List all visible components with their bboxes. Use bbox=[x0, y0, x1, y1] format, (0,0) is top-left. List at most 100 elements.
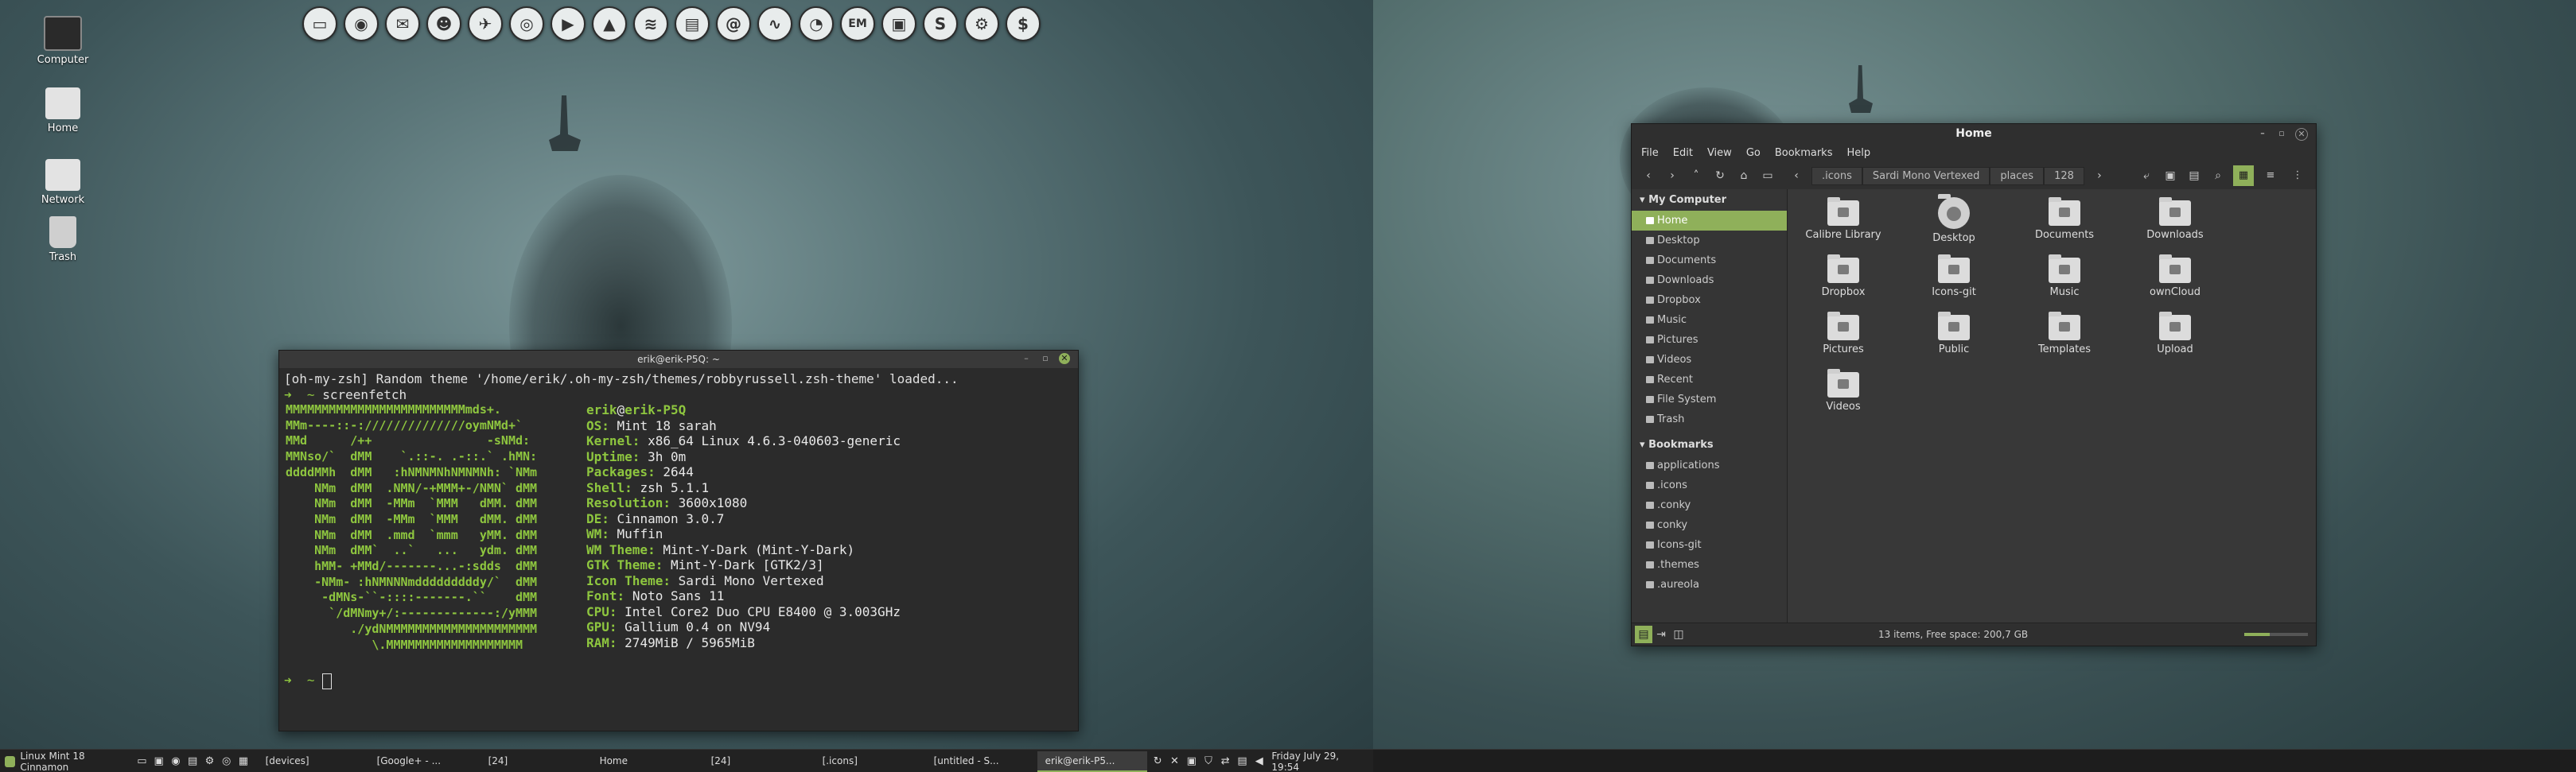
taskbar-item[interactable]: [devices] bbox=[258, 751, 368, 770]
video-icon[interactable]: ▶ bbox=[551, 6, 586, 41]
shield-icon[interactable]: ⛉ bbox=[1202, 755, 1214, 768]
pulse-icon[interactable]: ∿ bbox=[757, 6, 792, 41]
settings-icon[interactable]: ⚙ bbox=[964, 6, 999, 41]
sidebar-section-my-computer[interactable]: ▾ My Computer bbox=[1632, 189, 1787, 211]
compact-view-icon[interactable]: ⋮ bbox=[2287, 165, 2308, 186]
forward-icon[interactable]: › bbox=[1664, 167, 1681, 184]
sidebar-item[interactable]: Icons-git bbox=[1632, 535, 1787, 555]
twitter-icon[interactable]: ✈ bbox=[468, 6, 503, 41]
volume-icon[interactable]: ◀ bbox=[1253, 755, 1265, 768]
sidebar-item[interactable]: Videos bbox=[1632, 350, 1787, 370]
sidebar-item[interactable]: Home bbox=[1632, 211, 1787, 231]
desktop-icon-network[interactable]: Network bbox=[27, 159, 99, 206]
em-icon[interactable]: EM bbox=[840, 6, 875, 41]
file-item[interactable]: Templates bbox=[2017, 310, 2112, 355]
file-item[interactable]: Documents bbox=[2017, 196, 2112, 241]
menu-item[interactable]: View bbox=[1707, 147, 1732, 159]
maximize-icon[interactable]: ▫ bbox=[1040, 353, 1051, 364]
file-item[interactable]: Calibre Library bbox=[1796, 196, 1891, 241]
prompt-line-2[interactable]: ➜ ~ bbox=[284, 673, 1073, 689]
menu-item[interactable]: Bookmarks bbox=[1775, 147, 1833, 159]
sidebar-item[interactable]: Trash bbox=[1632, 409, 1787, 429]
breadcrumb-left-icon[interactable]: ‹ bbox=[1788, 167, 1805, 184]
close-icon[interactable]: ✕ bbox=[1059, 353, 1070, 364]
chrome-icon[interactable]: ◎ bbox=[509, 6, 544, 41]
sidebar-item[interactable]: File System bbox=[1632, 390, 1787, 409]
sidebar-item[interactable]: .icons bbox=[1632, 475, 1787, 495]
sidebar-item[interactable]: .conky bbox=[1632, 495, 1787, 515]
fm-titlebar[interactable]: Home – ▫ ✕ bbox=[1632, 124, 2316, 143]
taskbar-item[interactable]: [24] bbox=[481, 751, 590, 770]
breadcrumb-right-icon[interactable]: › bbox=[2091, 167, 2108, 184]
thunderbird-icon[interactable]: ✉ bbox=[385, 6, 420, 41]
desktop-icon-trash[interactable]: Trash bbox=[27, 216, 99, 263]
icon-view-icon[interactable]: ▦ bbox=[2233, 165, 2254, 186]
taskbar-item[interactable]: [untitled - S... bbox=[926, 751, 1036, 770]
taskbar-item[interactable]: [Google+ - ... bbox=[369, 751, 479, 770]
firefox-icon[interactable]: ◉ bbox=[344, 6, 379, 41]
sidebar-item[interactable]: applications bbox=[1632, 456, 1787, 475]
sidebar-section-bookmarks[interactable]: ▾ Bookmarks bbox=[1632, 434, 1787, 456]
settings-launcher-icon[interactable]: ⚙ bbox=[204, 755, 216, 768]
desktop-icon-computer[interactable]: Computer bbox=[27, 16, 99, 66]
file-item[interactable]: Downloads bbox=[2127, 196, 2223, 241]
taskbar-item[interactable]: [24] bbox=[703, 751, 813, 770]
file-item[interactable]: Upload bbox=[2127, 310, 2223, 355]
file-item[interactable]: Public bbox=[1906, 310, 2002, 355]
path-toggle-icon[interactable]: ⤶ bbox=[2138, 167, 2155, 184]
sidebar-item[interactable]: Downloads bbox=[1632, 270, 1787, 290]
breadcrumb-item[interactable]: .icons bbox=[1811, 166, 1862, 185]
files-icon[interactable]: ▭ bbox=[302, 6, 337, 41]
vlc-icon[interactable]: ▲ bbox=[592, 6, 627, 41]
menu-item[interactable]: Edit bbox=[1673, 147, 1693, 159]
minimize-icon[interactable]: – bbox=[1021, 353, 1032, 364]
file-item[interactable]: Videos bbox=[1796, 367, 1891, 413]
file-item[interactable]: Pictures bbox=[1796, 310, 1891, 355]
taskbar-item[interactable]: erik@erik-P5... bbox=[1037, 751, 1147, 772]
desktop-icon-home[interactable]: Home bbox=[27, 87, 99, 134]
file-item[interactable]: Desktop bbox=[1906, 194, 2002, 244]
taskbar-item[interactable]: Home bbox=[592, 751, 702, 770]
mint-menu-icon[interactable] bbox=[5, 755, 16, 767]
menu-item[interactable]: Help bbox=[1846, 147, 1870, 159]
network-tray-icon[interactable]: ▤ bbox=[1236, 755, 1248, 768]
tree-toggle-icon[interactable]: ⇥ bbox=[1652, 626, 1670, 643]
maximize-icon[interactable]: ▫ bbox=[2276, 128, 2287, 139]
dollar-icon[interactable]: $ bbox=[1006, 6, 1041, 41]
show-desktop-icon[interactable]: ▭ bbox=[136, 755, 148, 768]
archive-icon[interactable]: ▤ bbox=[675, 6, 710, 41]
breadcrumb-item[interactable]: Sardi Mono Vertexed bbox=[1862, 166, 1990, 185]
sidebar-item[interactable]: Documents bbox=[1632, 250, 1787, 270]
update-icon[interactable]: ↻ bbox=[1152, 755, 1164, 768]
sidebar-item[interactable]: Music bbox=[1632, 310, 1787, 330]
new-folder-icon[interactable]: ▤ bbox=[2185, 167, 2203, 184]
search-icon[interactable]: ⌕ bbox=[2209, 167, 2227, 184]
file-item[interactable]: ownCloud bbox=[2127, 253, 2223, 298]
gimp-icon[interactable]: ☻ bbox=[426, 6, 461, 41]
sidebar-item[interactable]: Desktop bbox=[1632, 231, 1787, 250]
clock[interactable]: Friday July 29, 19:54 bbox=[1271, 751, 1364, 772]
sidebar-item[interactable]: Recent bbox=[1632, 370, 1787, 390]
terminal-output[interactable]: [oh-my-zsh] Random theme '/home/erik/.oh… bbox=[279, 368, 1078, 692]
taskbar-item[interactable]: [.icons] bbox=[815, 751, 924, 770]
sidebar-item[interactable]: .aureola bbox=[1632, 575, 1787, 595]
back-icon[interactable]: ‹ bbox=[1640, 167, 1657, 184]
files-launcher-icon[interactable]: ▤ bbox=[187, 755, 199, 768]
minimize-icon[interactable]: – bbox=[2257, 128, 2268, 139]
menu-item[interactable]: Go bbox=[1746, 147, 1761, 159]
up-icon[interactable]: ˄ bbox=[1687, 167, 1705, 184]
computer-icon[interactable]: ▭ bbox=[1759, 167, 1776, 184]
terminal-window[interactable]: erik@erik-P5Q: ~ – ▫ ✕ [oh-my-zsh] Rando… bbox=[278, 350, 1079, 731]
share-icon[interactable]: ⇄ bbox=[1220, 755, 1232, 768]
menu-item[interactable]: File bbox=[1641, 147, 1659, 159]
photo-launcher-icon[interactable]: ▦ bbox=[237, 755, 249, 768]
terminal-icon[interactable]: ▣ bbox=[2162, 167, 2179, 184]
wifi-icon[interactable]: ≋ bbox=[633, 6, 668, 41]
steam-icon[interactable]: ◔ bbox=[799, 6, 834, 41]
terminal-titlebar[interactable]: erik@erik-P5Q: ~ – ▫ ✕ bbox=[279, 351, 1078, 368]
firefox-launcher-icon[interactable]: ◉ bbox=[169, 755, 181, 768]
zoom-slider[interactable] bbox=[2244, 633, 2308, 636]
skype-icon[interactable]: S bbox=[923, 6, 958, 41]
breadcrumb-item[interactable]: places bbox=[1990, 166, 2045, 185]
reload-icon[interactable]: ↻ bbox=[1711, 167, 1729, 184]
